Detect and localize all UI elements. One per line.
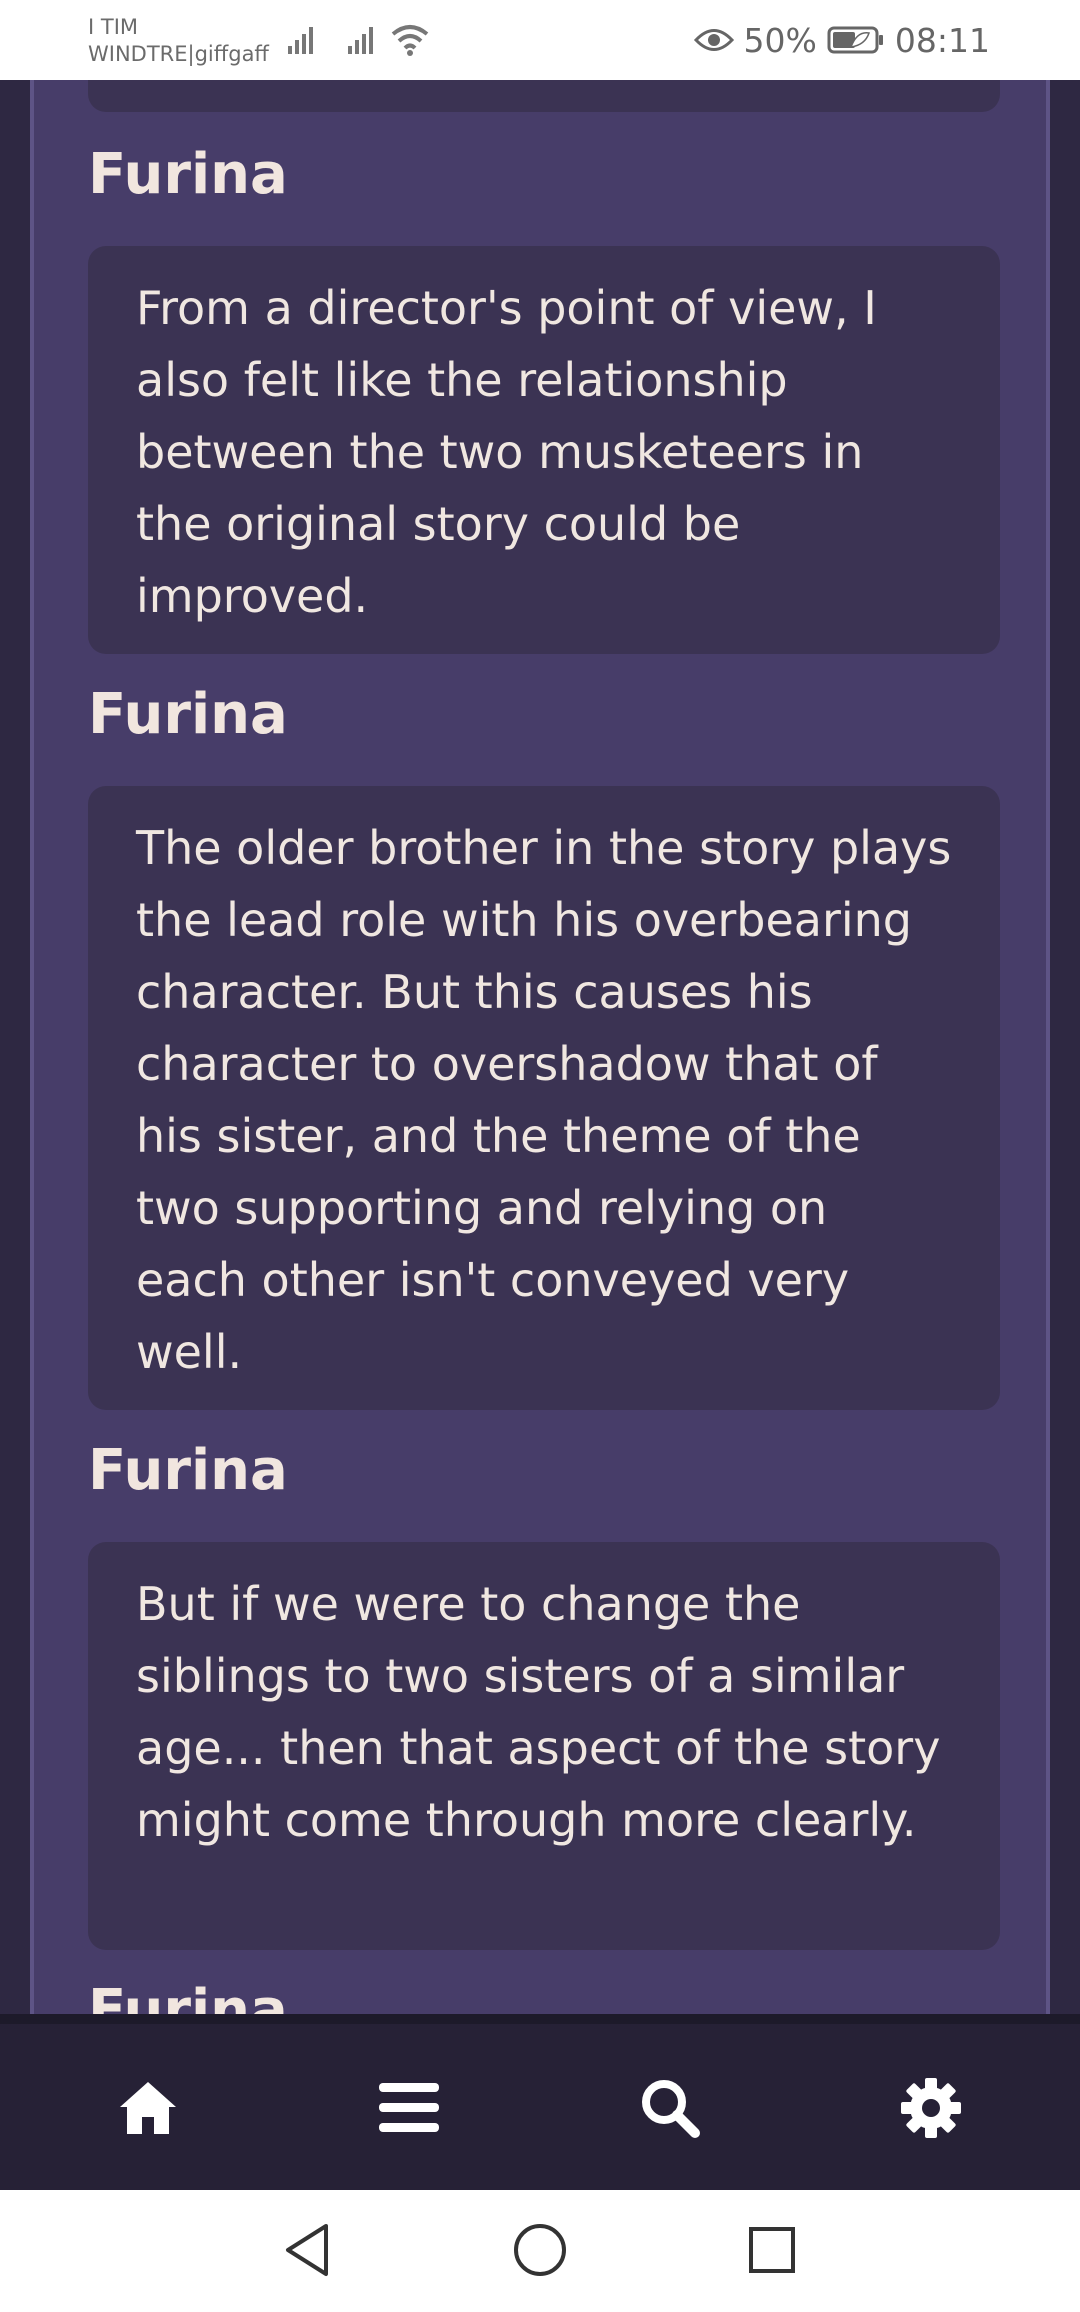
speaker-name: Furina bbox=[88, 1438, 288, 1503]
dialogue-text: The older brother in the story plays the… bbox=[136, 821, 952, 1379]
dialogue-page[interactable]: Furina From a director's point of view, … bbox=[0, 80, 1080, 2014]
carrier-label: I TIM WINDTRE|giffgaff bbox=[88, 14, 269, 68]
wifi-icon bbox=[391, 25, 429, 56]
dialogue-panel: Furina From a director's point of view, … bbox=[30, 80, 1050, 2014]
recent-apps-icon[interactable] bbox=[742, 2220, 802, 2280]
eye-comfort-icon bbox=[693, 29, 734, 51]
dialogue-text: But if we were to change the siblings to… bbox=[136, 1577, 941, 1847]
dialogue-bubble-prev bbox=[88, 80, 1000, 112]
speaker-name: Furina bbox=[88, 142, 288, 207]
status-right: 50% 08:11 bbox=[693, 18, 990, 62]
search-icon bbox=[642, 2080, 700, 2138]
status-bar: I TIM WINDTRE|giffgaff 50% 08:11 bbox=[0, 0, 1080, 80]
battery-percent: 50% bbox=[743, 20, 817, 60]
settings-button[interactable] bbox=[895, 2072, 967, 2144]
carrier-line-1: I TIM bbox=[88, 15, 139, 39]
menu-button[interactable] bbox=[373, 2072, 445, 2144]
signal-icon bbox=[288, 27, 313, 54]
dialogue-bubble: From a director's point of view, I also … bbox=[88, 246, 1000, 654]
clock: 08:11 bbox=[894, 20, 990, 60]
carrier-line-2: WINDTRE|giffgaff bbox=[88, 42, 269, 66]
gear-icon bbox=[901, 2078, 961, 2138]
dialogue-bubble: The older brother in the story plays the… bbox=[88, 786, 1000, 1410]
speaker-name: Furina bbox=[88, 1978, 288, 2014]
home-button[interactable] bbox=[112, 2072, 184, 2144]
back-icon[interactable] bbox=[278, 2220, 338, 2280]
search-button[interactable] bbox=[634, 2072, 706, 2144]
system-nav-bar bbox=[0, 2190, 1080, 2312]
home-icon bbox=[120, 2082, 176, 2134]
signal-icon-2 bbox=[348, 27, 373, 54]
speaker-name: Furina bbox=[88, 682, 288, 747]
bottom-nav bbox=[0, 2014, 1080, 2190]
dialogue-bubble: But if we were to change the siblings to… bbox=[88, 1542, 1000, 1950]
menu-icon bbox=[379, 2083, 439, 2132]
dialogue-text: From a director's point of view, I also … bbox=[136, 281, 877, 623]
home-circle-icon[interactable] bbox=[510, 2220, 570, 2280]
battery-icon bbox=[827, 26, 883, 54]
